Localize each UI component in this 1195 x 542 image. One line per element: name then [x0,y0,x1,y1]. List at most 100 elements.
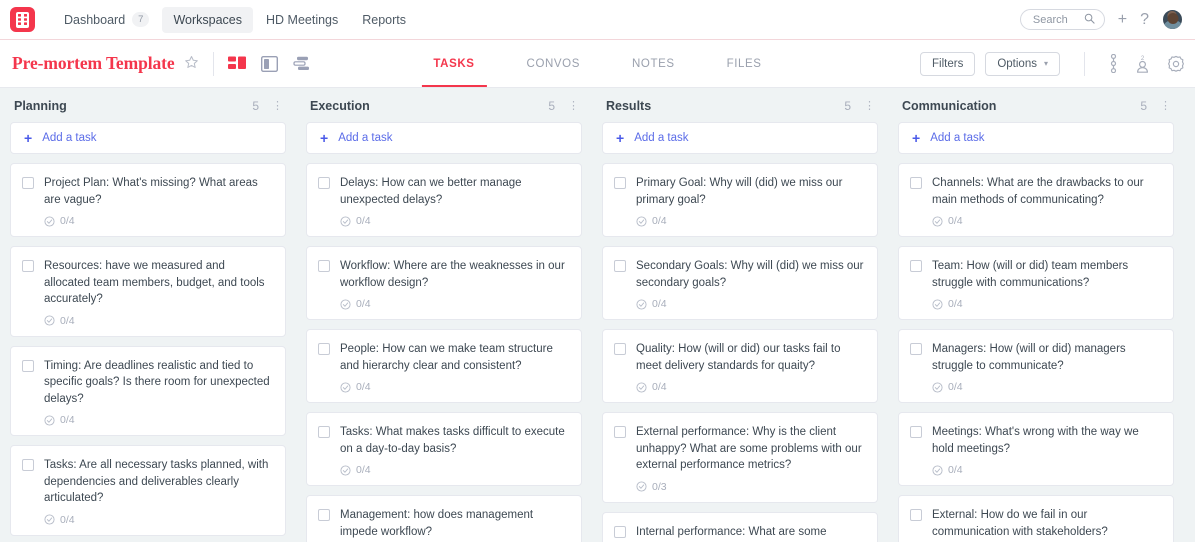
column-menu-icon[interactable]: ⋮ [568,101,579,112]
split-view-icon[interactable] [260,55,278,72]
task-card-body: Timing: Are deadlines realistic and tied… [44,358,273,427]
column-header: Results 5 ⋮ [602,88,878,122]
check-circle-icon [932,215,943,227]
task-card-body: External performance: Why is the client … [636,424,865,493]
task-subtask-progress: 0/4 [340,298,569,310]
column-menu-icon[interactable]: ⋮ [1160,101,1171,112]
subtask-count: 0/4 [60,414,75,426]
search-input[interactable]: Search [1019,9,1105,30]
task-card[interactable]: Project Plan: What's missing? What areas… [10,163,286,237]
task-checkbox[interactable] [614,525,626,538]
board-view-icon[interactable] [227,56,247,71]
task-title: External: How do we fail in our communic… [932,509,1108,538]
task-subtask-progress: 0/4 [932,381,1161,393]
task-subtask-progress: 0/4 [44,315,273,327]
tab-files[interactable]: FILES [701,40,788,87]
task-checkbox[interactable] [318,426,330,438]
task-card[interactable]: Channels: What are the drawbacks to our … [898,163,1174,237]
assignee-icon[interactable]: 2 [1134,54,1151,73]
task-card[interactable]: Secondary Goals: Why will (did) we miss … [602,246,878,320]
task-checkbox[interactable] [318,177,330,189]
nav-item-dashboard[interactable]: Dashboard 7 [53,6,160,33]
options-button[interactable]: Options ▾ [985,51,1060,76]
task-card-body: Internal performance: What are some prob… [636,524,865,542]
column-header: Communication 5 ⋮ [898,88,1174,122]
tab-convos[interactable]: CONVOS [501,40,606,87]
task-card[interactable]: Timing: Are deadlines realistic and tied… [10,345,286,436]
add-task-button[interactable]: + Add a task [602,122,878,154]
task-card[interactable]: Resources: have we measured and allocate… [10,246,286,337]
task-card[interactable]: Tasks: Are all necessary tasks planned, … [10,445,286,536]
header-divider [212,51,214,76]
task-checkbox[interactable] [614,260,626,272]
task-checkbox[interactable] [910,509,922,521]
task-title: Internal performance: What are some prob… [636,525,827,538]
nav-item-workspaces[interactable]: Workspaces [162,6,253,33]
task-subtask-progress: 0/4 [340,464,569,476]
task-card[interactable]: Management: how does management impede w… [306,495,582,542]
add-new-button[interactable]: + [1118,11,1127,28]
add-task-button[interactable]: + Add a task [10,122,286,154]
subtask-count: 0/4 [948,464,963,476]
task-checkbox[interactable] [318,509,330,521]
task-checkbox[interactable] [614,343,626,355]
nav-item-hd-meetings[interactable]: HD Meetings [255,7,349,33]
task-card[interactable]: Quality: How (will or did) our tasks fai… [602,329,878,403]
task-card[interactable]: External: How do we fail in our communic… [898,495,1174,542]
board-tabs: TASKS CONVOS NOTES FILES [407,40,787,87]
milestone-icon[interactable] [1109,54,1118,73]
tab-label: FILES [726,57,762,70]
tab-notes[interactable]: NOTES [606,40,701,87]
task-checkbox[interactable] [318,343,330,355]
column-title: Execution [310,99,370,113]
check-circle-icon [44,414,55,426]
task-card[interactable]: Managers: How (will or did) managers str… [898,329,1174,403]
tab-label: CONVOS [526,57,580,70]
task-checkbox[interactable] [22,177,34,189]
task-card[interactable]: Internal performance: What are some prob… [602,511,878,542]
task-checkbox[interactable] [22,459,34,471]
filters-button[interactable]: Filters [920,51,976,76]
task-card[interactable]: Primary Goal: Why will (did) we miss our… [602,163,878,237]
column-menu-icon[interactable]: ⋮ [864,101,875,112]
check-circle-icon [636,481,647,492]
column-menu-icon[interactable]: ⋮ [272,101,283,112]
task-checkbox[interactable] [910,343,922,355]
task-subtask-progress: 0/3 [636,481,865,493]
task-card[interactable]: Delays: How can we better manage unexpec… [306,163,582,237]
task-checkbox[interactable] [910,177,922,189]
task-checkbox[interactable] [910,260,922,272]
task-checkbox[interactable] [614,426,626,438]
task-checkbox[interactable] [910,426,922,438]
task-checkbox[interactable] [614,177,626,189]
nav-item-reports[interactable]: Reports [351,7,417,33]
task-title: Quality: How (will or did) our tasks fai… [636,343,841,372]
app-logo[interactable] [10,7,35,32]
task-card[interactable]: People: How can we make team structure a… [306,329,582,403]
plus-icon: + [912,130,921,146]
column-header: Execution 5 ⋮ [306,88,582,122]
add-task-button[interactable]: + Add a task [898,122,1174,154]
subtask-count: 0/4 [356,381,371,393]
task-checkbox[interactable] [318,260,330,272]
view-switcher [227,55,311,72]
task-checkbox[interactable] [22,359,34,372]
task-checkbox[interactable] [22,260,34,272]
task-title: Primary Goal: Why will (did) we miss our… [636,177,843,206]
star-outline-icon[interactable] [184,55,199,73]
subtask-count: 0/4 [948,298,963,310]
avatar[interactable] [1162,9,1183,30]
tab-label: TASKS [433,57,475,70]
add-task-label: Add a task [42,132,97,144]
task-card[interactable]: Workflow: Where are the weaknesses in ou… [306,246,582,320]
timeline-view-icon[interactable] [292,56,311,71]
add-task-label: Add a task [338,132,393,144]
help-button[interactable]: ? [1140,11,1149,28]
add-task-button[interactable]: + Add a task [306,122,582,154]
tab-tasks[interactable]: TASKS [407,40,500,87]
settings-gear-icon[interactable] [1167,55,1185,73]
task-card[interactable]: Meetings: What's wrong with the way we h… [898,412,1174,486]
task-card[interactable]: Tasks: What makes tasks difficult to exe… [306,412,582,486]
task-card[interactable]: External performance: Why is the client … [602,412,878,503]
task-card[interactable]: Team: How (will or did) team members str… [898,246,1174,320]
